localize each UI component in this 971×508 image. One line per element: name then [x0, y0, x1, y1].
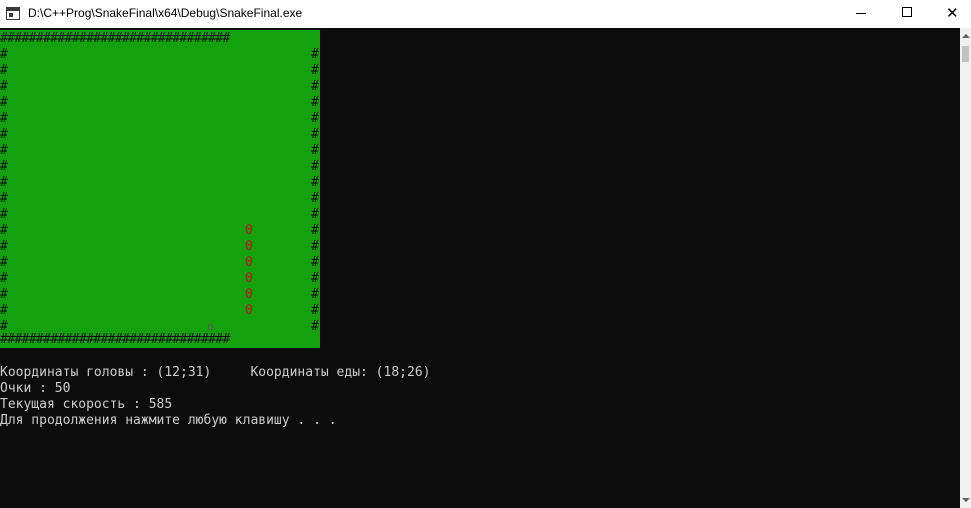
press-any-key-prompt: Для продолжения нажмите любую клавишу . … — [0, 413, 337, 428]
left-wall-char: # — [0, 175, 8, 190]
left-wall-char: # — [0, 287, 8, 302]
left-wall-char: # — [0, 255, 8, 270]
snake-segment: 0 — [245, 255, 253, 270]
title-bar: D:\C++Prog\SnakeFinal\x64\Debug\SnakeFin… — [0, 0, 971, 28]
close-button[interactable]: ✕ — [930, 0, 971, 28]
left-wall-char: # — [0, 127, 8, 142]
bottom-wall: ################################ — [0, 332, 230, 347]
right-wall-char: # — [311, 127, 319, 142]
left-wall-char: # — [0, 79, 8, 94]
right-wall-char: # — [311, 287, 319, 302]
console-app-icon — [6, 7, 20, 20]
scroll-down-icon[interactable] — [960, 492, 971, 508]
console-output[interactable]: ################################ # # # # # # #… — [0, 28, 960, 508]
left-wall-char: # — [0, 303, 8, 318]
score-line: Очки : 50 — [0, 381, 71, 396]
coordinates-line: Координаты головы : (12;31) Координаты е… — [0, 365, 431, 380]
right-wall-char: # — [311, 47, 319, 62]
game-field: ################################ # # # # # # #… — [0, 30, 320, 348]
left-wall-char: # — [0, 47, 8, 62]
right-wall-char: # — [311, 223, 319, 238]
left-wall-char: # — [0, 191, 8, 206]
right-wall-char: # — [311, 303, 319, 318]
snake-segment: 0 — [245, 287, 253, 302]
left-wall-char: # — [0, 63, 8, 78]
left-wall-char: # — [0, 143, 8, 158]
scroll-up-icon[interactable] — [960, 28, 971, 44]
left-wall-char: # — [0, 95, 8, 110]
right-wall-char: # — [311, 63, 319, 78]
right-wall-char: # — [311, 239, 319, 254]
minimize-button[interactable] — [838, 0, 884, 28]
left-wall-char: # — [0, 159, 8, 174]
right-wall-char: # — [311, 143, 319, 158]
right-wall-char: # — [311, 191, 319, 206]
top-wall: ################################ — [0, 31, 230, 46]
snake-segment: 0 — [245, 271, 253, 286]
minimize-icon — [856, 13, 866, 14]
maximize-button[interactable] — [884, 0, 930, 28]
right-wall-char: # — [311, 255, 319, 270]
right-wall-char: # — [311, 95, 319, 110]
right-wall-char: # — [311, 271, 319, 286]
scroll-thumb[interactable] — [962, 46, 969, 62]
right-wall-char: # — [311, 159, 319, 174]
left-wall-char: # — [0, 111, 8, 126]
maximize-icon — [902, 7, 912, 17]
snake-segment: 0 — [245, 223, 253, 238]
left-wall-char: # — [0, 207, 8, 222]
left-wall-char: # — [0, 271, 8, 286]
right-wall-char: # — [311, 175, 319, 190]
vertical-scrollbar[interactable] — [960, 28, 971, 508]
snake-segment: 0 — [245, 303, 253, 318]
right-wall-char: # — [311, 111, 319, 126]
speed-line: Текущая скорость : 585 — [0, 397, 173, 412]
left-wall-char: # — [0, 239, 8, 254]
snake-segment: 0 — [245, 239, 253, 254]
right-wall-char: # — [311, 79, 319, 94]
window-title: D:\C++Prog\SnakeFinal\x64\Debug\SnakeFin… — [28, 6, 303, 20]
right-wall-char: # — [311, 207, 319, 222]
close-icon: ✕ — [946, 4, 959, 22]
left-wall-char: # — [0, 223, 8, 238]
